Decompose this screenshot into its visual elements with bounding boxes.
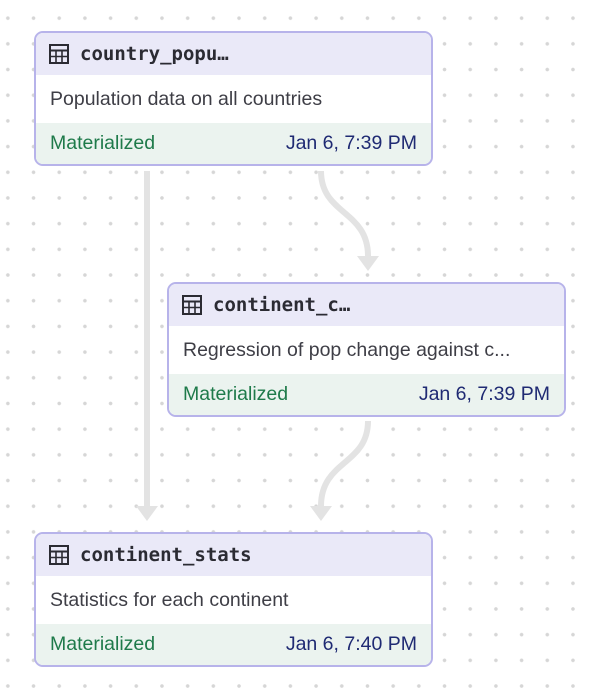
node-footer: Materialized Jan 6, 7:39 PM	[36, 123, 431, 164]
edge-continent-change-to-continent-stats	[318, 420, 371, 507]
node-continent-stats[interactable]: continent_stats Statistics for each cont…	[34, 532, 433, 667]
node-footer: Materialized Jan 6, 7:39 PM	[169, 374, 564, 415]
node-title: continent_stats	[80, 544, 252, 566]
node-country-population[interactable]: country_popu… Population data on all cou…	[34, 31, 433, 166]
status-label: Materialized	[50, 633, 156, 655]
node-description: Population data on all countries	[50, 87, 323, 110]
edge-arrowhead	[136, 506, 158, 521]
node-header: country_popu…	[36, 33, 431, 75]
node-header: continent_c…	[169, 284, 564, 326]
status-label: Materialized	[50, 132, 156, 154]
table-icon	[49, 44, 69, 64]
node-continent-change[interactable]: continent_c… Regression of pop change ag…	[167, 282, 566, 417]
edge-country-to-continent-change	[318, 170, 371, 257]
edge-arrowhead	[357, 256, 379, 271]
node-footer: Materialized Jan 6, 7:40 PM	[36, 624, 431, 665]
table-icon	[182, 295, 202, 315]
timestamp-label: Jan 6, 7:40 PM	[285, 633, 417, 655]
status-label: Materialized	[183, 383, 289, 405]
node-description: Regression of pop change against c...	[183, 338, 511, 361]
timestamp-label: Jan 6, 7:39 PM	[285, 132, 417, 154]
node-title: country_popu…	[80, 43, 229, 65]
node-description: Statistics for each continent	[50, 588, 289, 611]
table-icon	[49, 545, 69, 565]
timestamp-label: Jan 6, 7:39 PM	[418, 383, 550, 405]
edge-arrowhead	[310, 506, 332, 521]
node-header: continent_stats	[36, 534, 431, 576]
node-title: continent_c…	[213, 294, 351, 316]
